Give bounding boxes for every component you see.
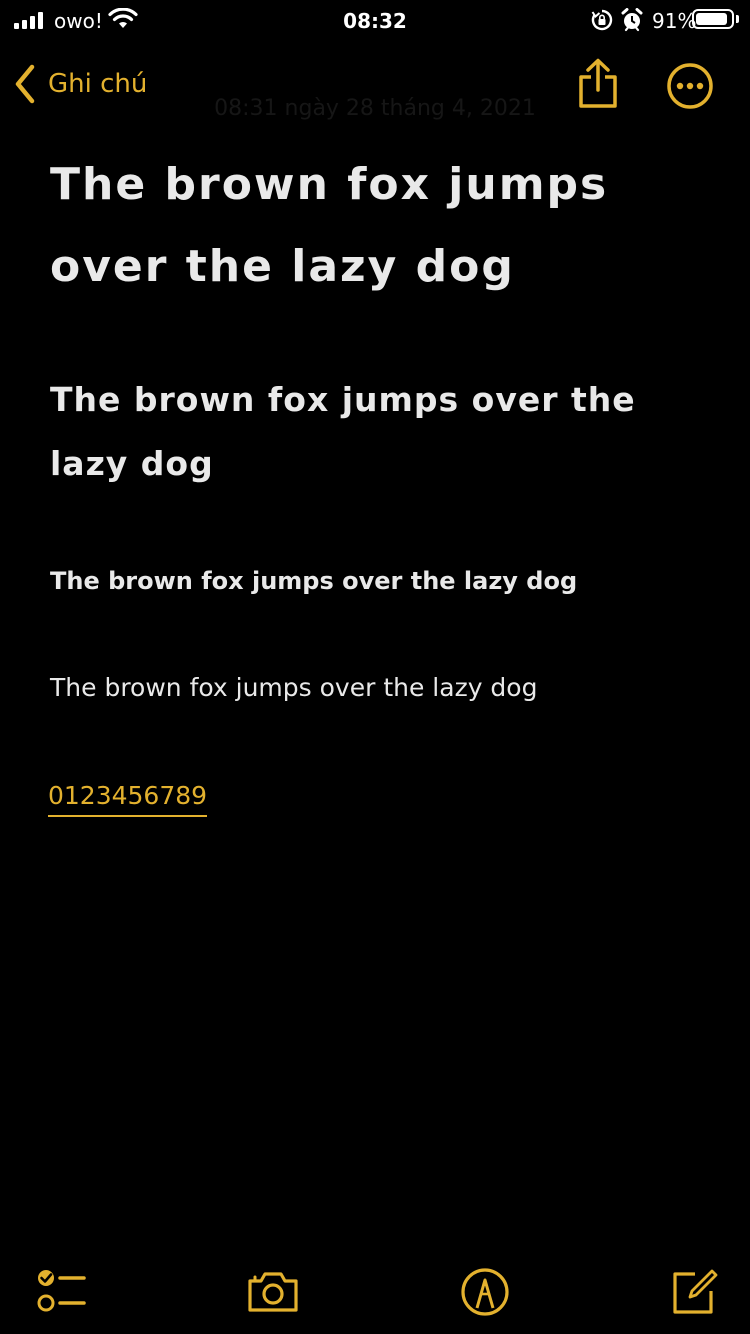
status-bar: owo! 08:32 91% [0, 0, 750, 40]
more-icon[interactable] [666, 62, 714, 110]
note-heading-3[interactable]: The brown fox jumps over the lazy dog [50, 563, 700, 599]
compose-icon[interactable] [668, 1266, 720, 1318]
alarm-icon [621, 8, 643, 32]
rotation-lock-icon [591, 9, 613, 31]
note-heading-2[interactable]: The brown fox jumps over the lazy dog [50, 368, 700, 496]
back-label: Ghi chú [48, 69, 148, 99]
note-heading-1[interactable]: The brown fox jumps over the lazy dog [50, 144, 700, 308]
battery-level [696, 13, 727, 25]
battery-icon [692, 9, 734, 29]
checklist-icon[interactable] [35, 1266, 87, 1318]
camera-icon[interactable] [247, 1266, 299, 1318]
note-date-header: 08:31 ngày 28 tháng 4, 2021 [214, 96, 536, 121]
phone-number-link[interactable]: 0123456789 [48, 778, 208, 817]
share-icon[interactable] [575, 58, 621, 110]
battery-percentage: 91% [652, 9, 697, 33]
markup-icon[interactable] [459, 1266, 511, 1318]
note-body-text[interactable]: The brown fox jumps over the lazy dog [50, 670, 700, 706]
battery-tip [736, 15, 739, 23]
